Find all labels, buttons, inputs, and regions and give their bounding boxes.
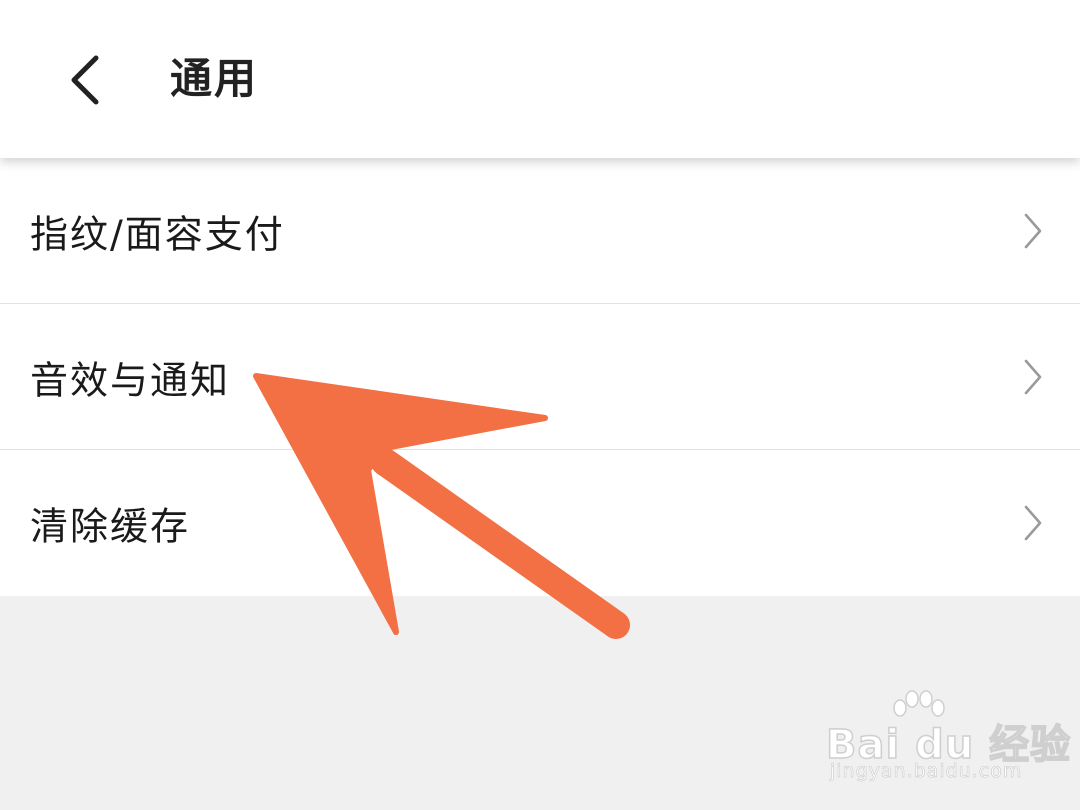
settings-item-label: 指纹/面容支付 [30, 212, 285, 256]
chevron-right-icon [1024, 359, 1042, 394]
chevron-right-icon [1024, 505, 1042, 541]
settings-item-label: 音效与通知 [30, 358, 231, 402]
settings-list: 指纹/面容支付 音效与通知 清除缓存 [0, 158, 1080, 596]
chevron-right-icon [1024, 213, 1042, 248]
watermark-url: jingyan.baidu.com [830, 760, 1023, 783]
settings-screen: 通用 指纹/面容支付 音效与通知 清除缓存 Bai du 经验 jingyan.… [0, 0, 1080, 810]
top-bar: 通用 [0, 0, 1080, 158]
chevron-left-icon [71, 55, 99, 105]
settings-item-fingerprint-face-pay[interactable]: 指纹/面容支付 [0, 158, 1080, 304]
settings-item-sound-notifications[interactable]: 音效与通知 [0, 304, 1080, 450]
settings-item-label: 清除缓存 [30, 504, 191, 549]
page-title: 通用 [170, 54, 259, 103]
settings-item-clear-cache[interactable]: 清除缓存 [0, 450, 1080, 596]
back-button[interactable] [50, 40, 130, 120]
baidu-jingyan-watermark: Bai du 经验 jingyan.baidu.com [825, 690, 1071, 790]
